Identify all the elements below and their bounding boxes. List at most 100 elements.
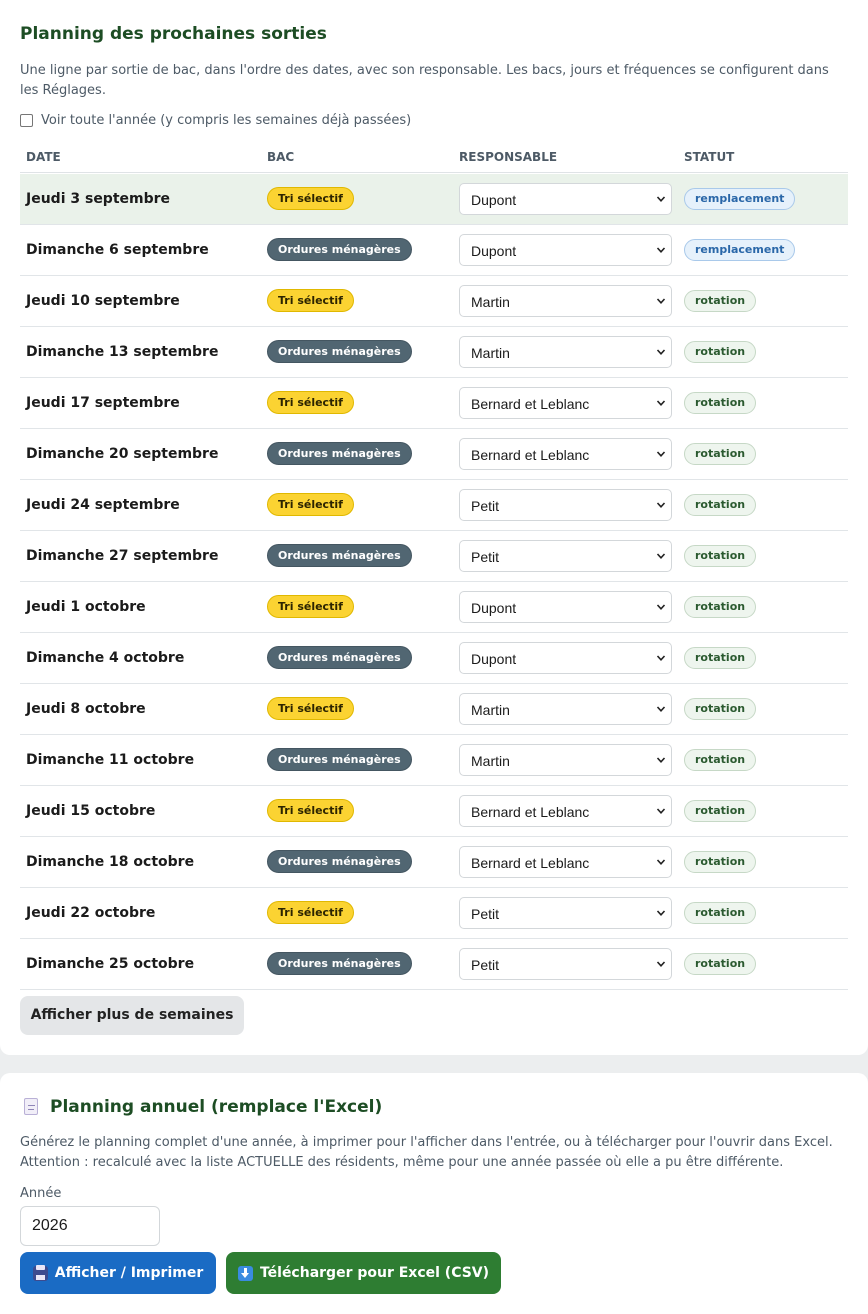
annual-title: Planning annuel (remplace l'Excel) xyxy=(50,1097,383,1117)
responsable-select[interactable]: Bernard et Leblanc xyxy=(459,387,672,419)
bac-badge: Ordures ménagères xyxy=(267,238,412,261)
status-badge: rotation xyxy=(684,290,757,312)
responsable-select[interactable]: Petit xyxy=(459,948,672,980)
responsable-select[interactable]: Dupont xyxy=(459,183,672,215)
table-row: Jeudi 1 octobre Tri sélectif Dupont rotatio… xyxy=(20,582,848,633)
bac-badge: Tri sélectif xyxy=(267,289,354,312)
status-badge: rotation xyxy=(684,494,757,516)
status-badge: remplacement xyxy=(684,188,796,210)
chevron-down-icon xyxy=(656,196,666,202)
responsable-select[interactable]: Martin xyxy=(459,744,672,776)
status-badge: rotation xyxy=(684,800,757,822)
bac-badge: Tri sélectif xyxy=(267,391,354,414)
responsable-value: Bernard et Leblanc xyxy=(471,855,590,871)
responsable-value: Petit xyxy=(471,906,500,922)
responsable-value: Dupont xyxy=(471,243,517,259)
status-badge: rotation xyxy=(684,851,757,873)
responsable-select[interactable]: Bernard et Leblanc xyxy=(459,795,672,827)
status-badge: rotation xyxy=(684,443,757,465)
status-badge: rotation xyxy=(684,545,757,567)
print-button[interactable]: Afficher / Imprimer xyxy=(20,1252,216,1294)
row-date: Dimanche 27 septembre xyxy=(26,548,219,564)
chevron-down-icon xyxy=(656,502,666,508)
table-row: Dimanche 13 septembre Ordures ménagères Ma… xyxy=(20,327,848,378)
chevron-down-icon xyxy=(656,961,666,967)
download-csv-button[interactable]: Télécharger pour Excel (CSV) xyxy=(226,1252,501,1294)
chevron-down-icon xyxy=(656,298,666,304)
responsable-value: Martin xyxy=(471,294,510,310)
chevron-down-icon xyxy=(656,604,666,610)
responsable-select[interactable]: Bernard et Leblanc xyxy=(459,846,672,878)
table-row: Dimanche 6 septembre Ordures ménagères Dup… xyxy=(20,225,848,276)
chevron-down-icon xyxy=(656,400,666,406)
status-badge: remplacement xyxy=(684,239,796,261)
responsable-select[interactable]: Martin xyxy=(459,693,672,725)
row-date: Jeudi 24 septembre xyxy=(26,497,180,513)
planning-title: Planning des prochaines sorties xyxy=(20,24,327,44)
show-more-weeks-button[interactable]: Afficher plus de semaines xyxy=(20,996,244,1035)
table-row: Dimanche 4 octobre Ordures ménagères Dupon… xyxy=(20,633,848,684)
table-row: Dimanche 11 octobre Ordures ménagères Mart… xyxy=(20,735,848,786)
row-date: Dimanche 11 octobre xyxy=(26,752,195,768)
responsable-select[interactable]: Dupont xyxy=(459,642,672,674)
status-badge: rotation xyxy=(684,749,757,771)
show-all-toggle[interactable]: Voir toute l'année (y compris les semain… xyxy=(20,113,411,128)
row-date: Jeudi 15 octobre xyxy=(26,803,156,819)
row-date: Jeudi 1 octobre xyxy=(26,599,146,615)
table-header: DATE BAC RESPONSABLE STATUT xyxy=(20,143,848,173)
chevron-down-icon xyxy=(656,706,666,712)
responsable-select[interactable]: Petit xyxy=(459,897,672,929)
chevron-down-icon xyxy=(656,247,666,253)
responsable-select[interactable]: Dupont xyxy=(459,234,672,266)
download-csv-label: Télécharger pour Excel (CSV) xyxy=(259,1265,490,1281)
responsable-select[interactable]: Petit xyxy=(459,489,672,521)
table-row: Jeudi 24 septembre Tri sélectif Petit rotat… xyxy=(20,480,848,531)
responsable-value: Martin xyxy=(471,345,510,361)
status-badge: rotation xyxy=(684,953,757,975)
responsable-value: Bernard et Leblanc xyxy=(471,447,590,463)
chevron-down-icon xyxy=(656,553,666,559)
row-date: Jeudi 17 septembre xyxy=(26,395,180,411)
row-date: Jeudi 3 septembre xyxy=(26,191,171,207)
responsable-select[interactable]: Martin xyxy=(459,336,672,368)
row-date: Dimanche 13 septembre xyxy=(26,344,219,360)
responsable-select[interactable]: Martin xyxy=(459,285,672,317)
responsable-select[interactable]: Petit xyxy=(459,540,672,572)
print-button-label: Afficher / Imprimer xyxy=(54,1265,204,1281)
responsable-value: Dupont xyxy=(471,192,517,208)
download-icon xyxy=(237,1265,253,1281)
chevron-down-icon xyxy=(656,859,666,865)
row-date: Jeudi 22 octobre xyxy=(26,905,156,921)
chevron-down-icon xyxy=(656,451,666,457)
year-label: Année xyxy=(20,1186,62,1201)
responsable-select[interactable]: Bernard et Leblanc xyxy=(459,438,672,470)
row-date: Dimanche 18 octobre xyxy=(26,854,195,870)
responsable-value: Martin xyxy=(471,702,510,718)
status-badge: rotation xyxy=(684,647,757,669)
planning-description: Une ligne par sortie de bac, dans l'ordr… xyxy=(20,63,829,98)
status-badge: rotation xyxy=(684,596,757,618)
chevron-down-icon xyxy=(656,808,666,814)
responsable-value: Petit xyxy=(471,957,500,973)
table-row: Dimanche 18 octobre Ordures ménagères Bern… xyxy=(20,837,848,888)
table-row: Dimanche 25 octobre Ordures ménagères Peti… xyxy=(20,939,848,990)
responsable-select[interactable]: Dupont xyxy=(459,591,672,623)
bac-badge: Ordures ménagères xyxy=(267,952,412,975)
bac-badge: Ordures ménagères xyxy=(267,850,412,873)
responsable-value: Martin xyxy=(471,753,510,769)
status-badge: rotation xyxy=(684,341,757,363)
bac-badge: Ordures ménagères xyxy=(267,442,412,465)
responsable-value: Dupont xyxy=(471,600,517,616)
responsable-value: Bernard et Leblanc xyxy=(471,804,590,820)
row-date: Jeudi 10 septembre xyxy=(26,293,180,309)
document-icon xyxy=(24,1098,38,1115)
show-all-checkbox[interactable] xyxy=(20,114,33,127)
responsable-value: Petit xyxy=(471,549,500,565)
row-date: Dimanche 4 octobre xyxy=(26,650,185,666)
bac-badge: Ordures ménagères xyxy=(267,544,412,567)
bac-badge: Tri sélectif xyxy=(267,493,354,516)
table-row: Jeudi 22 octobre Tri sélectif Petit rotatio… xyxy=(20,888,848,939)
chevron-down-icon xyxy=(656,910,666,916)
show-all-label: Voir toute l'année (y compris les semain… xyxy=(41,113,412,128)
year-input[interactable]: 2026 xyxy=(20,1206,160,1246)
